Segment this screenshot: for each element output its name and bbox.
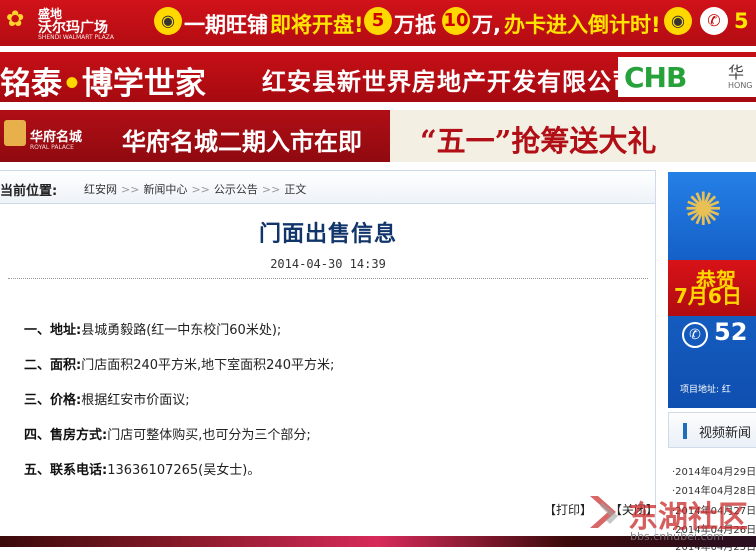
list-item: 三、价格:根据红安市价面议; [24, 393, 190, 408]
ad-address: 项目地址: 红 [680, 385, 731, 395]
breadcrumb-current: 正文 [284, 183, 307, 196]
flower-icon: ✿ [6, 7, 25, 32]
phone-icon: ✆ [682, 322, 708, 348]
coin-icon: ◉ [664, 7, 692, 35]
breadcrumb-link-home[interactable]: 红安网 [84, 183, 117, 196]
watermark: 东湖社区 bbs.cnhubei.com [588, 488, 756, 547]
ad-phone: ✆ 52 [674, 318, 756, 352]
article-date: 2014-04-30 14:39 [270, 257, 386, 271]
chb-logo-hz: 华 [728, 63, 745, 82]
breadcrumb-label: 当前位置: [0, 184, 58, 199]
article-divider [8, 278, 648, 279]
ad-date: 7月6日 [674, 284, 742, 308]
banner1-text-b: 即将开盘! [270, 13, 364, 37]
list-item: 一、地址:县城勇毅路(红一中东校门60米处); [24, 323, 282, 338]
list-item: 二、面积:门店面积240平方米,地下室面积240平方米; [24, 358, 335, 373]
video-news-heading: 视频新闻 [668, 412, 756, 448]
banner-divider [0, 102, 756, 110]
chb-logo-panel: CHB 华 HONG [618, 57, 756, 97]
banner3-headline: 华府名城二期入市在即 [122, 128, 362, 156]
breadcrumb-link-news[interactable]: 新闻中心 [143, 183, 187, 196]
walmart-plaza-logo: ✿ 盛地 沃尔玛广场 SHENDI WALMART PLAZA [6, 7, 114, 41]
watermark-logo-icon [590, 496, 618, 528]
list-item: 四、售房方式:门店可整体购买,也可分为三个部分; [24, 428, 311, 443]
breadcrumb: 当前位置: 红安网 >> 新闻中心 >> 公示公告 >> 正文 [0, 170, 656, 204]
print-link[interactable]: 【打印】 [544, 503, 592, 517]
coin-icon: ◉ [154, 7, 182, 35]
banner-walmart-plaza[interactable]: ✿ 盛地 沃尔玛广场 SHENDI WALMART PLAZA ◉ 一期旺铺 即… [0, 0, 756, 46]
banner2-company: 红安县新世界房地产开发有限公司 [262, 68, 637, 96]
huafu-logo: 华府名城 ROYAL PALACE [4, 118, 112, 154]
palace-icon [4, 120, 26, 146]
watermark-url: bbs.cnhubei.com [630, 530, 724, 543]
article-title: 门面出售信息 [258, 222, 397, 247]
news-link[interactable]: ·2014年04月29日 [672, 463, 756, 478]
breadcrumb-path: 红安网 >> 新闻中心 >> 公示公告 >> 正文 [84, 183, 307, 196]
chb-logo: CHB [624, 61, 687, 94]
sidebar-ad[interactable]: ✺ 恭贺 7月6日 ✆ 52 项目地址: 红 [668, 172, 756, 408]
chb-logo-en: HONG [728, 81, 753, 90]
heading-bar-icon [683, 423, 687, 439]
banner2-brand: 铭泰•博学世家 [0, 66, 206, 102]
banner1-text-e: 办卡进入倒计时! [504, 13, 661, 37]
banner1-text-d: 万, [472, 13, 501, 37]
banner1-text-a: 一期旺铺 [184, 13, 268, 37]
flower-icon: ✺ [684, 182, 723, 236]
banner3-promo: “五一”抢筹送大礼 [420, 124, 657, 158]
list-item: 五、联系电话:13636107265(吴女士)。 [24, 463, 261, 478]
breadcrumb-link-notice[interactable]: 公示公告 [214, 183, 258, 196]
banner1-num2: 10 [442, 7, 470, 35]
banner1-num1: 5 [364, 7, 392, 35]
banner-huafu-mingcheng[interactable]: 华府名城 ROYAL PALACE 华府名城二期入市在即 “五一”抢筹送大礼 [0, 110, 756, 162]
phone-icon: ✆ [700, 7, 728, 35]
banner1-num3: 5 [734, 9, 749, 33]
banner1-text-c: 万抵 [394, 13, 436, 37]
banner-new-world-realty[interactable]: 铭泰•博学世家 红安县新世界房地产开发有限公司 CHB 华 HONG [0, 52, 756, 102]
article: 门面出售信息 2014-04-30 14:39 一、地址:县城勇毅路(红一中东校… [0, 204, 658, 534]
